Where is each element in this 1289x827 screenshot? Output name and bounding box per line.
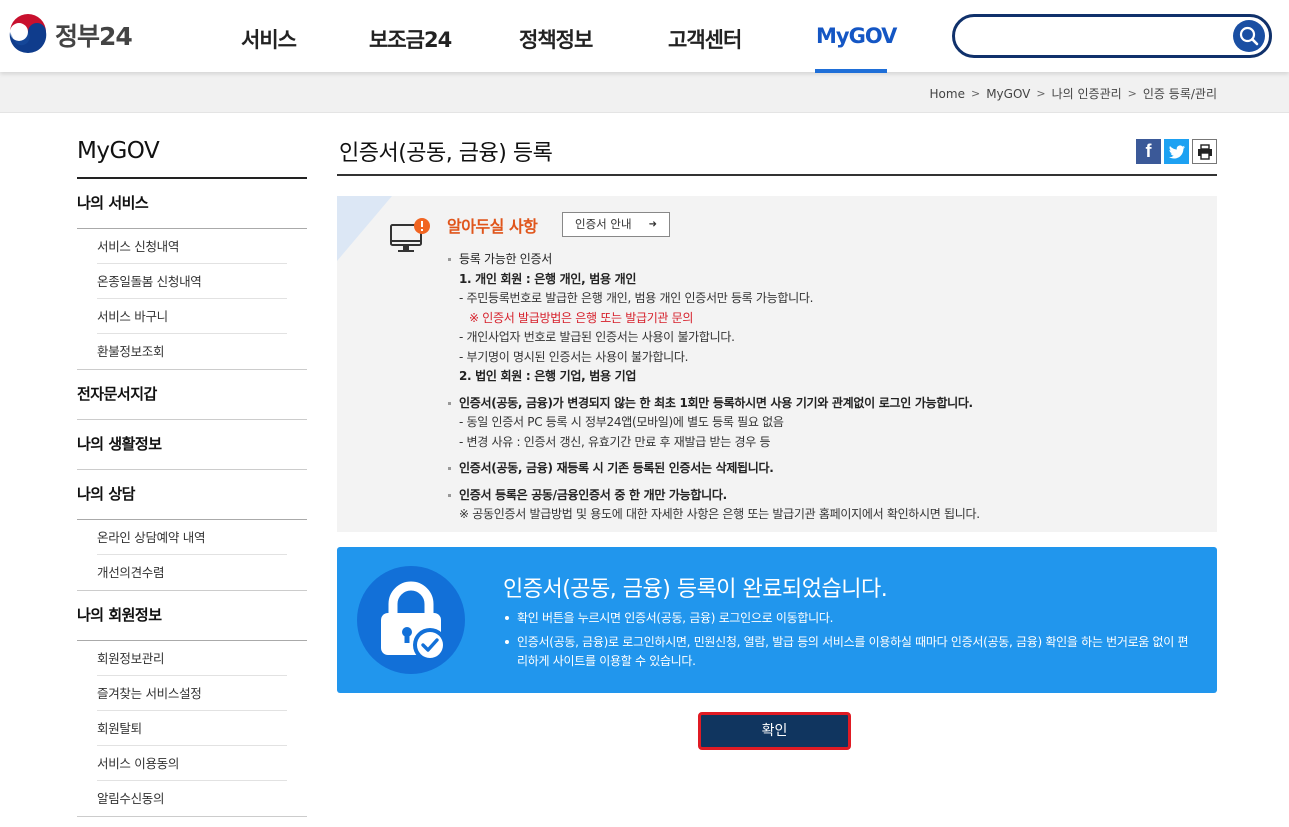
sidebar-item-online-consult[interactable]: 온라인 상담예약 내역: [97, 520, 287, 555]
notice-text: 2. 법인 회원 : 은행 기업, 범용 기업: [459, 369, 637, 383]
breadcrumb-home[interactable]: Home: [930, 87, 965, 101]
sidebar-group-e-doc-wallet: 전자문서지갑: [77, 370, 307, 420]
sidebar-item-service-history[interactable]: 서비스 신청내역: [97, 229, 287, 264]
search-icon: [1239, 26, 1259, 46]
notice-item-title: 등록 가능한 인증서: [447, 250, 1207, 270]
chevron-right-icon: >: [1127, 87, 1137, 100]
sidebar-submenu: 온라인 상담예약 내역 개선의견수렴: [77, 519, 307, 590]
sidebar-item-refund-info[interactable]: 환불정보조회: [97, 334, 287, 369]
print-button[interactable]: [1192, 139, 1217, 164]
notice-warning-text: ※ 인증서 발급방법은 은행 또는 발급기관 문의: [469, 310, 694, 325]
facebook-share-button[interactable]: f: [1136, 139, 1161, 164]
page-title: 인증서(공동, 금융) 등록: [339, 141, 553, 166]
sidebar-item-withdraw[interactable]: 회원탈퇴: [97, 711, 287, 746]
twitter-share-button[interactable]: [1164, 139, 1189, 164]
sidebar-menu: 나의 서비스 서비스 신청내역 온종일돌봄 신청내역 서비스 바구니 환불정보조…: [77, 179, 307, 817]
guide-button-label: 인증서 안내: [575, 217, 632, 231]
notice-text: - 동일 인증서 PC 등록 시 정부24앱(모바일)에 별도 등록 필요 없음: [459, 415, 784, 429]
logo-text: 정부24: [55, 22, 133, 51]
sidebar-item-service-cart[interactable]: 서비스 바구니: [97, 299, 287, 334]
sidebar-title: MyGOV: [77, 138, 160, 164]
search-box: [952, 14, 1272, 58]
breadcrumb-mygov[interactable]: MyGOV: [986, 87, 1030, 101]
arrow-right-icon: ➜: [648, 219, 657, 230]
sidebar-item-notification-consent[interactable]: 알림수신동의: [97, 781, 287, 816]
nav-item-subsidy24[interactable]: 보조금24: [369, 24, 452, 54]
notice-text: - 부기명이 명시된 인증서는 사용이 불가합니다.: [459, 349, 689, 364]
breadcrumb: Home > MyGOV > 나의 인증관리 > 인증 등록/관리: [930, 85, 1217, 102]
notice-text: ※ 공동인증서 발급방법 및 용도에 대한 자세한 사항은 은행 또는 발급기관…: [459, 507, 980, 521]
sidebar-group-life-info: 나의 생활정보: [77, 420, 307, 470]
notice-text: - 변경 사유 : 인증서 갱신, 유효기간 만료 후 재발급 받는 경우 등: [459, 434, 771, 449]
sidebar-item-feedback[interactable]: 개선의견수렴: [97, 555, 287, 590]
site-logo[interactable]: 정부24: [7, 14, 133, 56]
notice-text: - 개인사업자 번호로 발급된 인증서는 사용이 불가합니다.: [459, 330, 735, 344]
nav-item-customer-center[interactable]: 고객센터: [668, 24, 742, 54]
notice-body: 등록 가능한 인증서 1. 개인 회원 : 은행 개인, 범용 개인 - 주민등…: [447, 250, 1207, 525]
nav-item-services[interactable]: 서비스: [241, 24, 297, 54]
notice-text: - 주민등록번호로 발급한 은행 개인, 범용 개인 인증서만 등록 가능합니다…: [459, 291, 814, 305]
facebook-icon: f: [1145, 141, 1152, 161]
sidebar-item-service-consent[interactable]: 서비스 이용동의: [97, 746, 287, 781]
breadcrumb-auth-manage[interactable]: 나의 인증관리: [1052, 85, 1122, 102]
breadcrumb-auth-register[interactable]: 인증 등록/관리: [1143, 85, 1217, 102]
complete-info-item: 확인 버튼을 누르시면 인증서(공동, 금융) 로그인으로 이동합니다.: [503, 609, 1193, 628]
printer-icon: [1197, 143, 1212, 160]
nav-active-indicator: [815, 69, 887, 73]
notice-box: 알아두실 사항 인증서 안내 ➜ 등록 가능한 인증서 1. 개인 회원 : 은…: [337, 196, 1217, 532]
sidebar-group-title[interactable]: 나의 생활정보: [77, 420, 307, 469]
sidebar-group-title[interactable]: 나의 상담: [77, 470, 307, 519]
sidebar-group-title[interactable]: 나의 회원정보: [77, 591, 307, 640]
complete-title: 인증서(공동, 금융) 등록이 완료되었습니다.: [503, 577, 888, 602]
notice-item-title: 인증서 등록은 공동/금융인증서 중 한 개만 가능합니다.: [447, 486, 1207, 506]
certificate-guide-button[interactable]: 인증서 안내 ➜: [562, 212, 670, 237]
complete-info-item: 인증서(공동, 금융)로 로그인하시면, 민원신청, 열람, 발급 등의 서비스…: [503, 633, 1193, 671]
registration-complete-box: 인증서(공동, 금융) 등록이 완료되었습니다. 확인 버튼을 누르시면 인증서…: [337, 547, 1217, 693]
sidebar-group-title[interactable]: 전자문서지갑: [77, 370, 307, 419]
title-divider: [337, 174, 1217, 176]
notice-text: 1. 개인 회원 : 은행 개인, 범용 개인: [459, 271, 637, 286]
search-button[interactable]: [1233, 20, 1265, 52]
sidebar-item-allday-care[interactable]: 온종일돌봄 신청내역: [97, 264, 287, 299]
lock-icon: [381, 581, 447, 662]
site-header: 정부24 서비스 보조금24 정책정보 고객센터 MyGOV: [0, 0, 1289, 73]
sidebar-group-consulting: 나의 상담 온라인 상담예약 내역 개선의견수렴: [77, 470, 307, 591]
twitter-icon: [1168, 144, 1185, 158]
sidebar-group-my-services: 나의 서비스 서비스 신청내역 온종일돌봄 신청내역 서비스 바구니 환불정보조…: [77, 179, 307, 370]
chevron-right-icon: >: [970, 87, 981, 100]
decorative-corner: [337, 196, 392, 261]
sidebar-submenu: 서비스 신청내역 온종일돌봄 신청내역 서비스 바구니 환불정보조회: [77, 228, 307, 369]
sidebar-item-member-manage[interactable]: 회원정보관리: [97, 641, 287, 676]
sidebar-group-member-info: 나의 회원정보 회원정보관리 즐겨찾는 서비스설정 회원탈퇴 서비스 이용동의 …: [77, 591, 307, 817]
nav-item-mygov[interactable]: MyGOV: [816, 24, 897, 48]
notice-item-title: 인증서(공동, 금융)가 변경되지 않는 한 최초 1회만 등록하시면 사용 기…: [447, 394, 1207, 414]
lock-check-icon: [357, 566, 465, 674]
sidebar-group-title[interactable]: 나의 서비스: [77, 179, 307, 228]
complete-info-list: 확인 버튼을 누르시면 인증서(공동, 금융) 로그인으로 이동합니다. 인증서…: [503, 609, 1193, 676]
sidebar-submenu: 회원정보관리 즐겨찾는 서비스설정 회원탈퇴 서비스 이용동의 알림수신동의: [77, 640, 307, 816]
sidebar-item-favorites[interactable]: 즐겨찾는 서비스설정: [97, 676, 287, 711]
chevron-right-icon: >: [1036, 87, 1046, 100]
share-buttons: f: [1136, 139, 1217, 164]
confirm-button[interactable]: 확인: [698, 712, 851, 750]
nav-item-policy-info[interactable]: 정책정보: [519, 24, 593, 54]
monitor-alert-icon: [390, 218, 430, 252]
notice-item-title: 인증서(공동, 금융) 재등록 시 기존 등록된 인증서는 삭제됩니다.: [447, 459, 1207, 479]
search-input[interactable]: [969, 23, 1224, 49]
taegeuk-emblem-icon: [8, 14, 48, 55]
notice-heading: 알아두실 사항: [447, 217, 538, 236]
breadcrumb-bar: Home > MyGOV > 나의 인증관리 > 인증 등록/관리: [0, 72, 1289, 113]
